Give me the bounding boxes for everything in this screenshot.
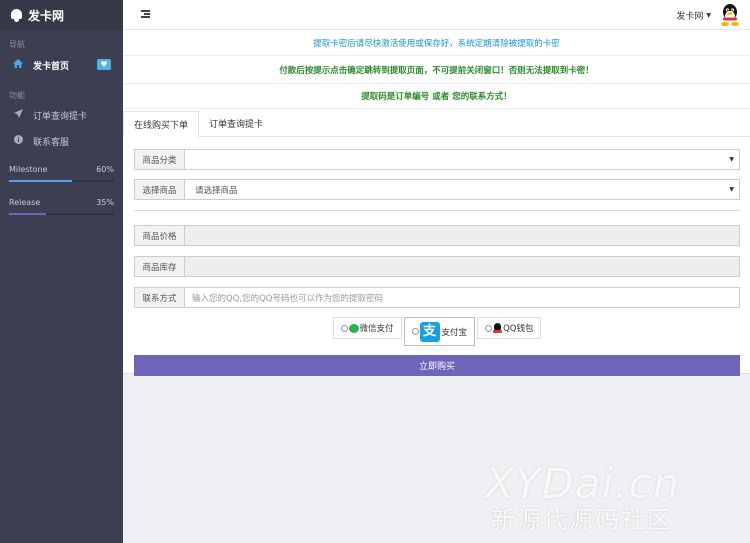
progress-label: Milestone [9, 164, 48, 174]
chevron-down-icon: ▼ [729, 156, 734, 163]
sidebar-item-label: 联系客服 [33, 137, 70, 148]
payment-wechat[interactable]: 微信支付 [332, 317, 402, 339]
payment-label: 支付宝 [441, 327, 468, 338]
contact-input[interactable]: 输入您的QQ,您的QQ号码也可以作为您的提取密码 [184, 287, 740, 308]
nav-section-label: 导航 [9, 40, 25, 49]
stock-row: 商品库存 [134, 256, 740, 277]
menu-toggle-icon[interactable] [141, 10, 150, 18]
user-name: 发卡网 [676, 11, 704, 22]
payment-options: 微信支付 支 支付宝 QQ钱包 [134, 317, 740, 346]
sidebar-item-home[interactable]: 发卡首页 ♥ [0, 52, 123, 78]
notice-extract: 提取卡密后请尽快激活使用或保存好，系统定期清除被提取的卡密 [123, 30, 750, 56]
progress-fill [9, 180, 72, 182]
watermark: XYDai.cn 新源代源码社区 [485, 462, 735, 537]
stock-label: 商品库存 [134, 256, 184, 277]
send-icon [12, 109, 24, 121]
tab-buy-online[interactable]: 在线购买下单 [123, 111, 200, 137]
brand[interactable]: 发卡网 [0, 0, 123, 30]
sidebar-item-contact[interactable]: 联系客服 [0, 128, 123, 154]
home-icon [12, 59, 24, 71]
caret-down-icon: ▼ [706, 11, 711, 19]
stock-field [184, 256, 740, 277]
contact-row: 联系方式 输入您的QQ,您的QQ号码也可以作为您的提取密码 [134, 287, 740, 308]
brand-title: 发卡网 [28, 8, 65, 23]
info-icon [12, 135, 24, 147]
progress-fill [9, 213, 46, 215]
user-menu[interactable]: 发卡网 ▼ [676, 4, 740, 26]
radio-button[interactable] [340, 324, 348, 332]
product-label: 选择商品 [134, 179, 184, 200]
price-row: 商品价格 [134, 225, 740, 246]
sidebar: 发卡网 导航 发卡首页 ♥ 功能 订单查询提卡 联系客服 Milestone 6… [0, 0, 123, 543]
topbar: 发卡网 ▼ [123, 0, 750, 30]
watermark-subtitle: 新源代源码社区 [491, 506, 673, 534]
order-form: 商品分类 ▼ 选择商品 请选择商品 ▼ 商品价格 商品库存 联系方式 输入您的Q… [123, 149, 750, 376]
watermark-logo: XYDai.cn [485, 459, 681, 508]
progress-percent: 60% [96, 164, 114, 174]
buy-now-button[interactable]: 立即购买 [134, 355, 740, 376]
product-value: 请选择商品 [195, 185, 238, 196]
category-select[interactable]: ▼ [184, 149, 740, 170]
bell-icon [10, 8, 23, 22]
form-divider [134, 210, 740, 211]
release-progress: Release 35% [0, 195, 123, 215]
radio-button[interactable] [411, 328, 419, 335]
product-row: 选择商品 请选择商品 ▼ [134, 179, 740, 200]
payment-qq[interactable]: QQ钱包 [477, 317, 542, 339]
product-select[interactable]: 请选择商品 ▼ [184, 179, 740, 200]
milestone-progress: Milestone 60% [0, 162, 123, 182]
notice-payment: 付款后按提示点击确定跳转到提取页面，不可提前关闭窗口！否则无法提取到卡密！ [123, 56, 750, 84]
sidebar-item-label: 订单查询提卡 [33, 111, 88, 122]
heart-badge-icon: ♥ [97, 59, 111, 70]
wechat-icon [348, 323, 359, 333]
progress-label: Release [9, 197, 41, 207]
alipay-icon: 支 [419, 321, 440, 342]
main-panel: 提取卡密后请尽快激活使用或保存好，系统定期清除被提取的卡密 付款后按提示点击确定… [123, 30, 750, 376]
category-label: 商品分类 [134, 149, 184, 170]
qq-avatar-icon [720, 4, 740, 26]
func-section-label: 功能 [9, 91, 25, 100]
notice-extract-code: 提取码是订单编号 或者 您的联系方式！ [123, 84, 750, 109]
progress-track [9, 180, 114, 182]
payment-label: QQ钱包 [503, 324, 534, 334]
sidebar-item-order-query[interactable]: 订单查询提卡 [0, 102, 123, 128]
qq-icon [493, 323, 503, 333]
tab-order-query[interactable]: 订单查询提卡 [199, 111, 273, 136]
progress-percent: 35% [96, 197, 114, 207]
price-field [184, 225, 740, 246]
category-row: 商品分类 ▼ [134, 149, 740, 170]
sidebar-item-label: 发卡首页 [33, 61, 70, 72]
contact-label: 联系方式 [134, 287, 184, 308]
payment-alipay[interactable]: 支 支付宝 [403, 317, 476, 346]
tab-bar: 在线购买下单 订单查询提卡 [123, 111, 750, 137]
radio-button[interactable] [485, 324, 493, 332]
chevron-down-icon: ▼ [729, 186, 734, 193]
payment-label: 微信支付 [359, 324, 394, 334]
price-label: 商品价格 [134, 225, 184, 246]
progress-track [9, 213, 114, 215]
